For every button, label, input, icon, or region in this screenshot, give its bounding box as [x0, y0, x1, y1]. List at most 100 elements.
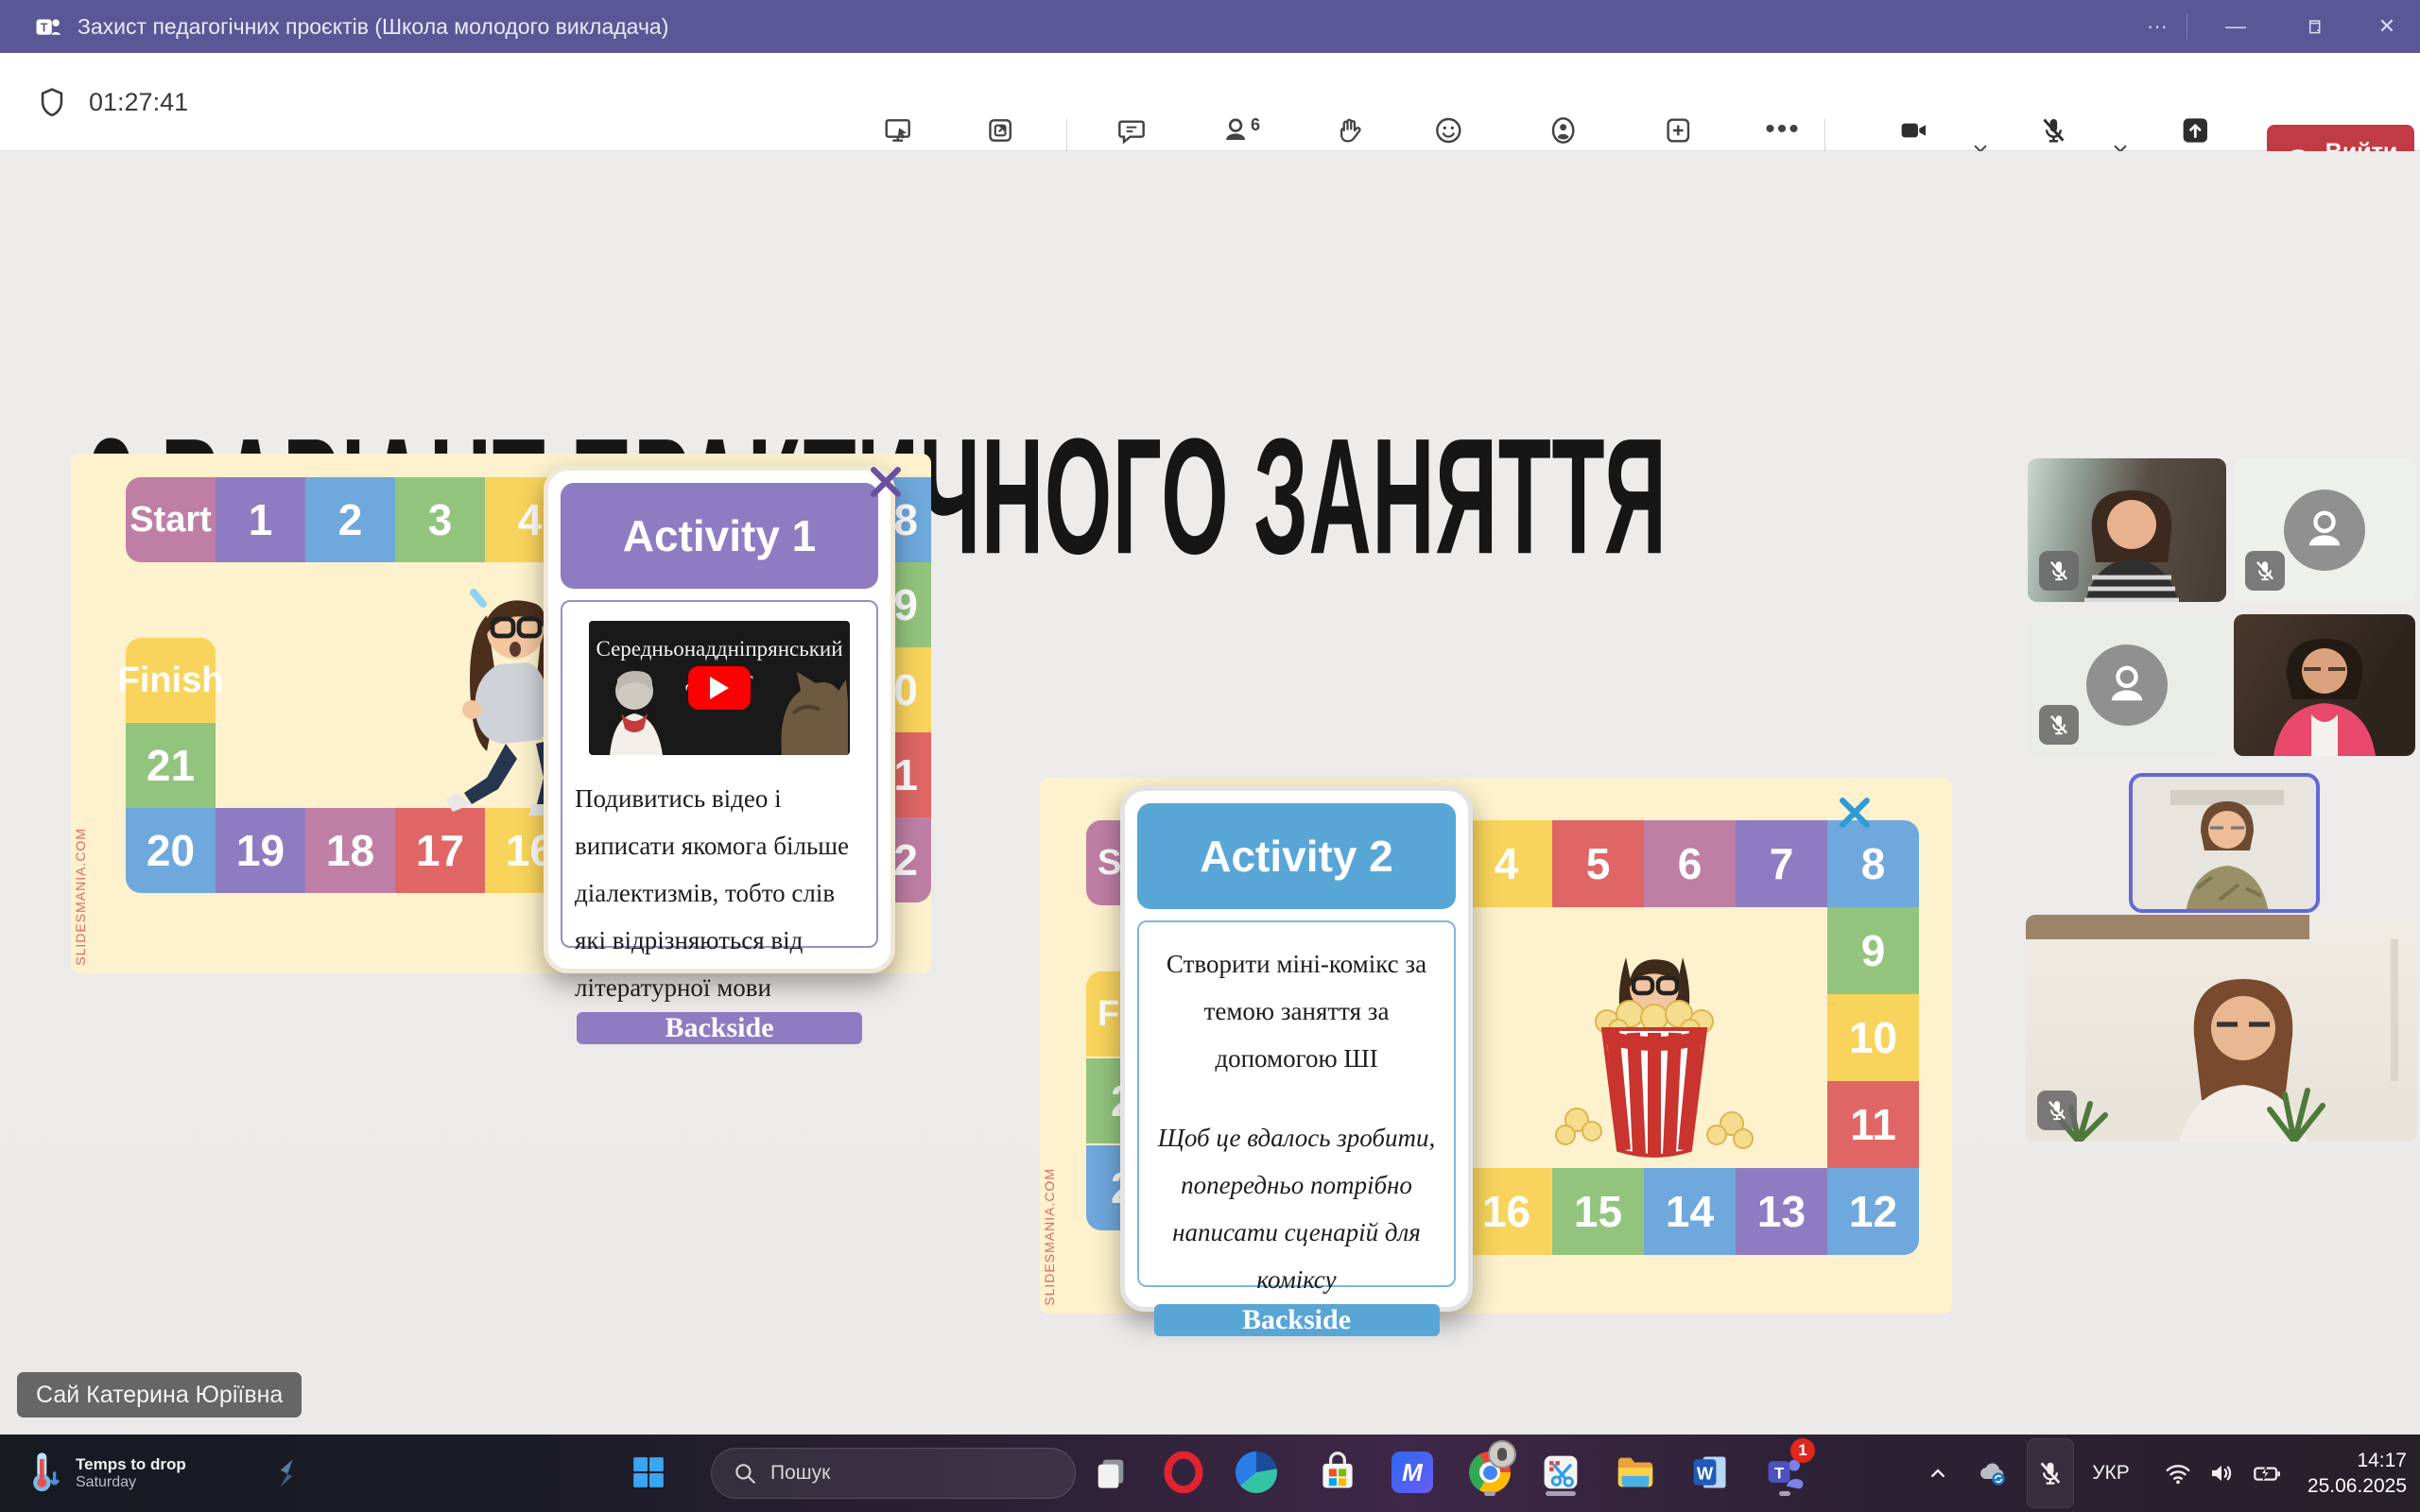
task-view-button[interactable]	[1084, 1446, 1137, 1499]
chat-icon	[1116, 115, 1147, 146]
teams-button[interactable]: T 1	[1758, 1446, 1811, 1499]
participant-video-figure	[2066, 475, 2198, 602]
popcorn-girl-character	[1550, 938, 1758, 1165]
battery-tray-icon[interactable]	[2252, 1435, 2282, 1512]
search-icon	[733, 1461, 757, 1486]
window-more-menu[interactable]: ···	[2124, 0, 2190, 53]
board-cell: 14	[1644, 1168, 1736, 1255]
opera-icon	[1163, 1452, 1204, 1493]
meeting-timer: 01:27:41	[89, 88, 188, 117]
notification-badge: 1	[1790, 1438, 1815, 1463]
weather-widget[interactable]: Temps to drop Saturday	[25, 1435, 186, 1512]
smiley-icon	[1433, 115, 1463, 146]
activity-2-backside-button[interactable]: Backside	[1154, 1304, 1440, 1336]
participant-tile[interactable]	[2028, 614, 2226, 756]
language-indicator[interactable]: УКР	[2092, 1435, 2130, 1512]
s-app-icon[interactable]	[268, 1455, 304, 1491]
weather-subline: Saturday	[76, 1474, 186, 1491]
mic-in-use-indicator[interactable]	[2027, 1438, 2074, 1508]
board-cell: 6	[1644, 820, 1736, 907]
watermark-text: SLIDESMANIA.COM	[73, 828, 88, 966]
board-cell: Start	[126, 477, 216, 562]
start-button[interactable]	[622, 1446, 675, 1499]
clock[interactable]: 14:17 25.06.2025	[2308, 1435, 2407, 1512]
board-cell: 20	[126, 808, 216, 893]
volume-tray-icon[interactable]	[2207, 1435, 2236, 1512]
participant-tile[interactable]	[2234, 614, 2415, 756]
cloud-sync-icon	[1976, 1456, 2010, 1490]
wifi-tray-icon[interactable]	[2164, 1435, 2192, 1512]
snipping-tool-button[interactable]	[1534, 1446, 1587, 1499]
participant-tile-active-speaker[interactable]	[2129, 773, 2320, 913]
participant-video-figure	[2170, 790, 2284, 913]
edge-button[interactable]	[1230, 1446, 1283, 1499]
edge-icon	[1236, 1452, 1277, 1493]
activity-1-header: Activity 1	[561, 483, 878, 589]
participant-tile[interactable]	[2026, 915, 2417, 1142]
board-cell: 11	[1827, 1081, 1919, 1168]
presenter-name-label: Сай Катерина Юріївна	[17, 1372, 302, 1418]
weather-headline: Temps to drop	[76, 1455, 186, 1474]
mic-muted-icon	[2038, 115, 2068, 146]
opera-button[interactable]	[1157, 1446, 1210, 1499]
speaker-icon	[2207, 1459, 2236, 1487]
activity-2-header: Activity 2	[1137, 803, 1456, 909]
word-icon: W	[1689, 1452, 1731, 1493]
board-cell: Finish	[126, 638, 216, 723]
board-cell: 18	[305, 808, 395, 893]
close-activity-2-icon[interactable]	[1834, 792, 1876, 833]
taskbar-search[interactable]	[711, 1448, 1076, 1499]
window-close-button[interactable]: ✕	[2354, 0, 2420, 53]
security-shield-icon	[36, 86, 68, 118]
running-indicator	[1779, 1491, 1790, 1496]
battery-charging-icon	[2252, 1458, 2282, 1488]
apps-plus-icon	[1663, 115, 1693, 146]
participant-tile[interactable]	[2028, 458, 2226, 602]
chrome-button[interactable]	[1463, 1446, 1516, 1499]
participants-count-badge: 6	[1251, 115, 1260, 135]
board-cell: 13	[1736, 1168, 1827, 1255]
board-cell: 15	[1552, 1168, 1644, 1255]
shared-screen-content: 2 ВАРІАНТ ПРАКТИЧНОГО ЗАНЯТТЯ Start 1 2 …	[0, 151, 2420, 1435]
activity-2-text-1: Створити міні-комікс за темою заняття за…	[1150, 941, 1444, 1083]
activity-1-backside-button[interactable]: Backside	[577, 1012, 862, 1044]
word-button[interactable]: W	[1684, 1446, 1737, 1499]
search-input[interactable]	[770, 1462, 1007, 1485]
chevron-up-icon	[1925, 1460, 1951, 1486]
activity-2-text-2: Щоб це вдалось зробити, попередньо потрі…	[1150, 1115, 1444, 1304]
activity-2-card: Activity 2 Створити міні-комікс за темою…	[1120, 786, 1473, 1312]
window-restore-button[interactable]	[2280, 0, 2346, 53]
svg-text:T: T	[41, 22, 48, 35]
participant-tile[interactable]	[2234, 458, 2415, 602]
board-cell: 4	[1461, 820, 1552, 907]
microsoft-store-icon	[1317, 1452, 1358, 1493]
m-app-button[interactable]: M	[1386, 1446, 1439, 1499]
youtube-play-button[interactable]	[688, 666, 751, 710]
mic-muted-badge	[2039, 705, 2079, 745]
board-cell: 17	[395, 808, 485, 893]
mic-muted-badge	[2245, 551, 2285, 591]
screen-share-icon	[883, 115, 913, 146]
task-view-icon	[1092, 1453, 1130, 1491]
youtube-video-thumbnail[interactable]: Середньонаддніпрянський діалект	[589, 621, 850, 755]
wifi-icon	[2164, 1459, 2192, 1487]
activity-1-text: Подивитись відео і виписати якомога біль…	[575, 776, 864, 1012]
board-cell: 10	[1827, 994, 1919, 1081]
close-activity-1-icon[interactable]	[865, 461, 907, 503]
m-app-icon: M	[1392, 1452, 1433, 1493]
board-cell: 9	[1827, 907, 1919, 994]
taskbar: Temps to drop Saturday	[0, 1435, 2420, 1512]
board-cell: 3	[395, 477, 485, 562]
onedrive-tray-icon[interactable]	[1976, 1435, 2010, 1512]
file-explorer-button[interactable]	[1609, 1446, 1662, 1499]
window-minimize-button[interactable]: —	[2203, 0, 2269, 53]
board-cell: 21	[126, 723, 216, 808]
tray-chevron-up[interactable]	[1925, 1435, 1951, 1512]
board-cell: 2	[305, 477, 395, 562]
store-button[interactable]	[1311, 1446, 1364, 1499]
file-explorer-icon	[1614, 1451, 1657, 1494]
popout-icon	[985, 115, 1015, 146]
board-cell: 12	[1827, 1168, 1919, 1255]
running-indicator	[1484, 1491, 1495, 1496]
mic-muted-badge	[2037, 1091, 2077, 1130]
